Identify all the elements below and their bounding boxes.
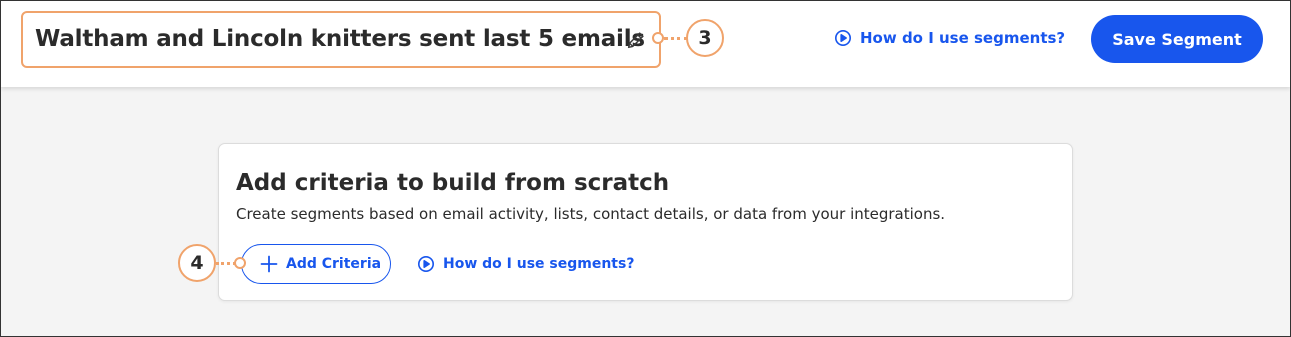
pencil-icon[interactable] [625,29,647,51]
play-circle-icon [834,29,852,47]
segment-title[interactable]: Waltham and Lincoln knitters sent last 5… [35,26,645,52]
play-circle-icon [417,255,435,273]
page-header: Waltham and Lincoln knitters sent last 5… [1,1,1290,87]
card-title: Add criteria to build from scratch [236,170,670,196]
plus-icon [260,255,278,273]
help-link-label: How do I use segments? [860,29,1066,47]
callout-badge-4: 4 [178,244,216,282]
add-criteria-label: Add Criteria [286,256,382,272]
callout-badge-3: 3 [686,19,724,57]
add-criteria-button[interactable]: Add Criteria [241,244,391,284]
segment-title-highlight: Waltham and Lincoln knitters sent last 5… [21,11,661,68]
help-link-header[interactable]: How do I use segments? [834,29,1065,47]
add-criteria-card: Add criteria to build from scratch Creat… [218,143,1073,301]
save-segment-button[interactable]: Save Segment [1091,15,1263,63]
callout-connector [664,37,688,40]
callout-connector [216,262,236,265]
callout-dot [652,32,664,44]
callout-dot [234,257,246,269]
card-description: Create segments based on email activity,… [236,205,946,223]
help-link-card[interactable]: How do I use segments? [417,255,634,273]
help-link-label: How do I use segments? [443,256,635,272]
